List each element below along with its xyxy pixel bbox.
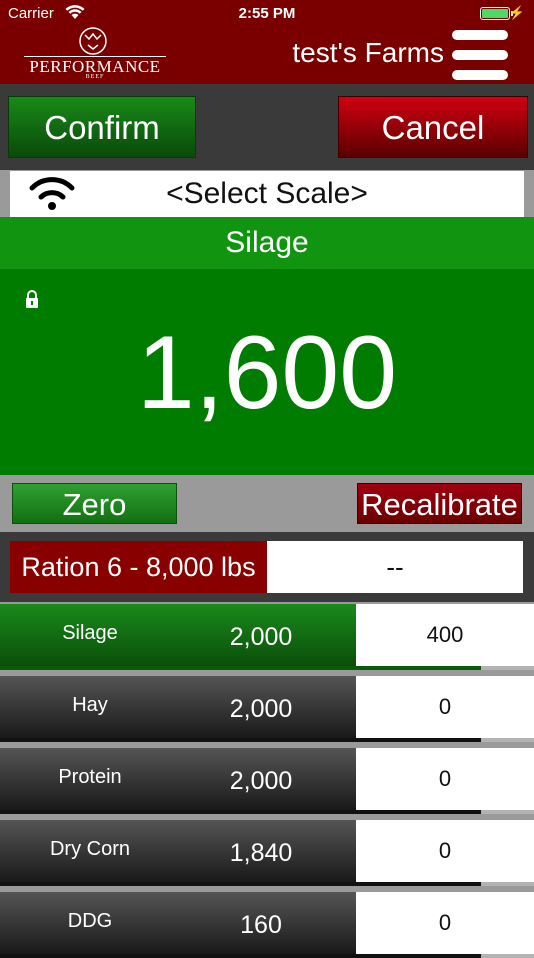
- performance-beef-logo: PERFORMANCE BEEF: [24, 26, 166, 80]
- ingredient-row[interactable]: DDG 160 0: [0, 892, 534, 958]
- ingredient-actual: 0: [356, 892, 534, 954]
- ingredient-progress: [0, 738, 534, 742]
- clock: 2:55 PM: [238, 5, 296, 22]
- ingredient-name: DDG: [67, 910, 113, 932]
- confirm-button[interactable]: Confirm: [8, 96, 196, 158]
- ingredient-name: Silage: [62, 622, 118, 644]
- ingredient-actual: 0: [356, 748, 534, 810]
- lock-icon[interactable]: [24, 289, 40, 309]
- ingredient-target: 160: [240, 911, 282, 939]
- ingredient-row[interactable]: Dry Corn 1,840 0: [0, 820, 534, 886]
- ingredient-progress: [0, 954, 534, 958]
- weight-display: Silage 1,600: [0, 217, 534, 475]
- scale-weight-readout: 1,600: [136, 315, 398, 431]
- ingredient-actual: 0: [356, 676, 534, 738]
- ingredient-name: Protein: [58, 766, 122, 788]
- ingredient-row[interactable]: Hay 2,000 0: [0, 676, 534, 742]
- ingredient-actual: 400: [356, 604, 534, 666]
- recalibrate-button[interactable]: Recalibrate: [357, 483, 522, 524]
- ingredient-target: 1,840: [229, 839, 293, 867]
- ingredient-progress: [0, 882, 534, 886]
- ingredient-progress: [0, 810, 534, 814]
- scale-selector[interactable]: <Select Scale>: [10, 171, 524, 217]
- battery-icon: [480, 7, 513, 20]
- ingredient-actual: 0: [356, 820, 534, 882]
- zero-button[interactable]: Zero: [12, 483, 177, 524]
- select-scale-label: <Select Scale>: [166, 177, 368, 210]
- ingredient-name: Dry Corn: [49, 838, 130, 860]
- hamburger-menu-icon[interactable]: [452, 30, 508, 80]
- app-header: Carrier 2:55 PM ⚡ PERFORMANCE BEEF test'…: [0, 0, 534, 84]
- ingredient-target: 2,000: [229, 623, 293, 651]
- charging-icon: ⚡: [508, 5, 525, 20]
- ingredient-row[interactable]: Silage 2,000 400: [0, 604, 534, 670]
- farm-name: test's Farms: [292, 37, 444, 68]
- current-ingredient-title: Silage: [0, 217, 534, 269]
- ingredient-progress: [0, 666, 534, 670]
- ingredient-name: Hay: [72, 694, 108, 716]
- ration-value: --: [267, 541, 523, 593]
- logo-subtitle: BEEF: [85, 74, 105, 80]
- bull-emblem-icon: [79, 27, 107, 55]
- status-bar: Carrier 2:55 PM ⚡: [0, 0, 534, 28]
- ingredient-target: 2,000: [229, 695, 293, 723]
- ingredient-target: 2,000: [229, 767, 293, 795]
- ingredient-row[interactable]: Protein 2,000 0: [0, 748, 534, 814]
- ration-label[interactable]: Ration 6 - 8,000 lbs: [10, 541, 267, 593]
- cancel-button[interactable]: Cancel: [338, 96, 528, 158]
